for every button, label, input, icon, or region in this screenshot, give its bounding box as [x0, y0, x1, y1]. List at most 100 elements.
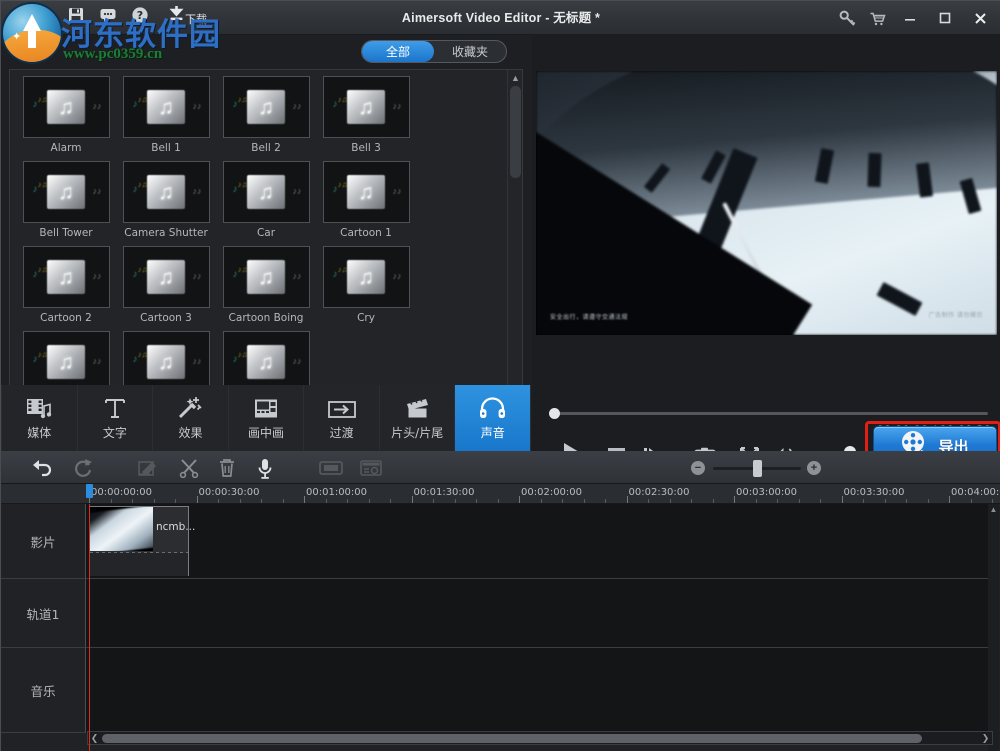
audio-note-icon: ♫	[47, 345, 85, 379]
library-item-thumbnail: ♪♫♪♫♪♪	[23, 76, 110, 138]
library-scrollbar[interactable]: ▲ ▼	[507, 70, 522, 413]
timeline-horizontal-scrollbar[interactable]: ❮ ❯	[87, 731, 993, 745]
zoom-out-button[interactable]: −	[691, 461, 705, 475]
category-tab-3[interactable]: 效果	[153, 385, 229, 451]
preview-seekbar[interactable]	[540, 406, 990, 420]
category-tab-1[interactable]: 媒体	[1, 385, 78, 451]
music-note-decor-icon: ♪♫	[238, 95, 248, 104]
ruler-tick-minor	[605, 499, 606, 503]
minimize-icon[interactable]	[899, 7, 921, 29]
music-note-decor-icon: ♪♪	[293, 101, 302, 111]
library-item[interactable]: ♪♫♪♫♪♪Camera Shutter	[116, 161, 216, 239]
key-icon[interactable]	[839, 10, 856, 27]
library-item-label: Cry	[316, 312, 416, 324]
music-note-decor-icon: ♪♫	[238, 180, 248, 189]
video-preview[interactable]: 安全出行，请遵守交通法规 广告制作 请勿模仿	[536, 71, 997, 335]
scrollbar-thumb[interactable]	[510, 86, 521, 178]
ruler-tick-minor	[347, 499, 348, 503]
library-item[interactable]: ♪♫♪♫♪♪Car	[216, 161, 316, 239]
zoom-in-button[interactable]: +	[807, 461, 821, 475]
help-icon[interactable]: ?	[131, 6, 149, 24]
category-tab-label: 文字	[103, 424, 127, 441]
filter-tab-all[interactable]: 全部	[362, 41, 434, 62]
music-note-decor-icon: ♪♫	[238, 265, 248, 274]
library-item-thumbnail: ♪♫♪♫♪♪	[323, 76, 410, 138]
library-item[interactable]: ♪♫♪♫♪♪Alarm	[16, 76, 116, 154]
split-button[interactable]	[177, 456, 201, 480]
filter-tab-favorites[interactable]: 收藏夹	[434, 41, 506, 62]
category-tab-4[interactable]: 画中画	[229, 385, 305, 451]
ruler-tick-minor	[584, 499, 585, 503]
library-item[interactable]: ♪♫♪♫♪♪Cry	[316, 246, 416, 324]
library-item[interactable]: ♪♫♪♫♪♪Cartoon Boing	[216, 246, 316, 324]
music-note-decor-icon: ♪♫	[338, 265, 348, 274]
music-note-decor-icon: ♪♪	[293, 186, 302, 196]
undo-button[interactable]	[30, 456, 54, 480]
timeline-zoom-slider[interactable]: − +	[691, 457, 821, 479]
library-item[interactable]: ♪♫♪♫♪♪Bell Tower	[16, 161, 116, 239]
track-overlay-1[interactable]	[86, 579, 994, 648]
playhead-handle[interactable]	[86, 484, 93, 498]
category-tab-5[interactable]: 过渡	[304, 385, 380, 451]
library-item[interactable]: ♪♫♪♫♪♪Cartoon 3	[116, 246, 216, 324]
ruler-tick-minor	[455, 499, 456, 503]
ruler-tick-minor	[283, 499, 284, 503]
timeline-scroll-right-icon[interactable]: ❯	[979, 732, 992, 744]
ruler-label: 00:02:30:00	[629, 487, 690, 498]
ruler-tick-minor	[154, 499, 155, 503]
library-item[interactable]: ♪♫♪♫♪♪Bell 3	[316, 76, 416, 154]
feedback-icon[interactable]	[99, 6, 117, 24]
download-button[interactable]: 下载	[169, 5, 207, 27]
timeline-vertical-scrollbar[interactable]: ▲ ▼	[988, 504, 999, 751]
seekbar-handle[interactable]	[549, 408, 560, 419]
zoom-handle[interactable]	[753, 460, 762, 477]
ruler-tick-minor	[240, 499, 241, 503]
library-item-thumbnail: ♪♫♪♫♪♪	[123, 76, 210, 138]
save-icon[interactable]	[67, 6, 85, 24]
ruler-label: 00:04:00:00	[951, 487, 1000, 498]
ruler-tick-minor	[175, 499, 176, 503]
advanced-edit-button[interactable]	[359, 456, 383, 480]
timeline-clip[interactable]: ncmb...	[89, 506, 189, 576]
maximize-icon[interactable]	[934, 7, 956, 29]
library-item[interactable]: ♪♫♪♫♪♪Cartoon 2	[16, 246, 116, 324]
timeline-ruler[interactable]: 00:00:00:0000:00:30:0000:01:00:0000:01:3…	[1, 484, 1000, 504]
transition-icon	[328, 395, 356, 419]
category-tab-6[interactable]: 片头/片尾	[380, 385, 456, 451]
timeline-scrollbar-thumb[interactable]	[102, 734, 922, 743]
category-tab-7[interactable]: 声音	[455, 385, 531, 451]
seekbar-track[interactable]	[553, 412, 988, 415]
close-icon[interactable]	[969, 7, 991, 29]
library-grid: ♪♫♪♫♪♪Alarm♪♫♪♫♪♪Bell 1♪♫♪♫♪♪Bell 2♪♫♪♫♪…	[16, 76, 506, 416]
freeze-frame-button[interactable]	[319, 456, 343, 480]
ruler-tick-minor	[691, 499, 692, 503]
scroll-up-icon[interactable]: ▲	[508, 70, 523, 85]
edit-button[interactable]	[137, 456, 161, 480]
library-item-thumbnail: ♪♫♪♫♪♪	[223, 246, 310, 308]
audio-note-icon: ♫	[347, 260, 385, 294]
track-music[interactable]	[86, 648, 994, 733]
ruler-tick-minor	[885, 499, 886, 503]
cart-icon[interactable]	[869, 10, 886, 27]
timeline-scroll-up-icon[interactable]: ▲	[988, 504, 999, 515]
category-tab-label: 过渡	[330, 424, 354, 441]
ruler-tick-minor	[820, 499, 821, 503]
preview-frame-image	[536, 71, 997, 335]
redo-button[interactable]	[71, 456, 95, 480]
library-item-label: Car	[216, 227, 316, 239]
library-item[interactable]: ♪♫♪♫♪♪Bell 2	[216, 76, 316, 154]
music-note-decor-icon: ♪♪	[193, 356, 202, 366]
ruler-tick-minor	[648, 499, 649, 503]
library-item[interactable]: ♪♫♪♫♪♪Cartoon 1	[316, 161, 416, 239]
category-tab-2[interactable]: 文字	[78, 385, 154, 451]
track-video[interactable]: ncmb...	[86, 504, 994, 579]
music-note-decor-icon: ♪♫	[138, 350, 148, 359]
ruler-label: 00:00:30:00	[199, 487, 260, 498]
library-item[interactable]: ♪♫♪♫♪♪Bell 1	[116, 76, 216, 154]
music-note-decor-icon: ♪♪	[393, 101, 402, 111]
music-note-decor-icon: ♪♫	[138, 95, 148, 104]
music-note-decor-icon: ♪	[233, 184, 238, 195]
library-item-thumbnail: ♪♫♪♫♪♪	[223, 76, 310, 138]
delete-button[interactable]	[215, 456, 239, 480]
record-voice-button[interactable]	[253, 456, 277, 480]
